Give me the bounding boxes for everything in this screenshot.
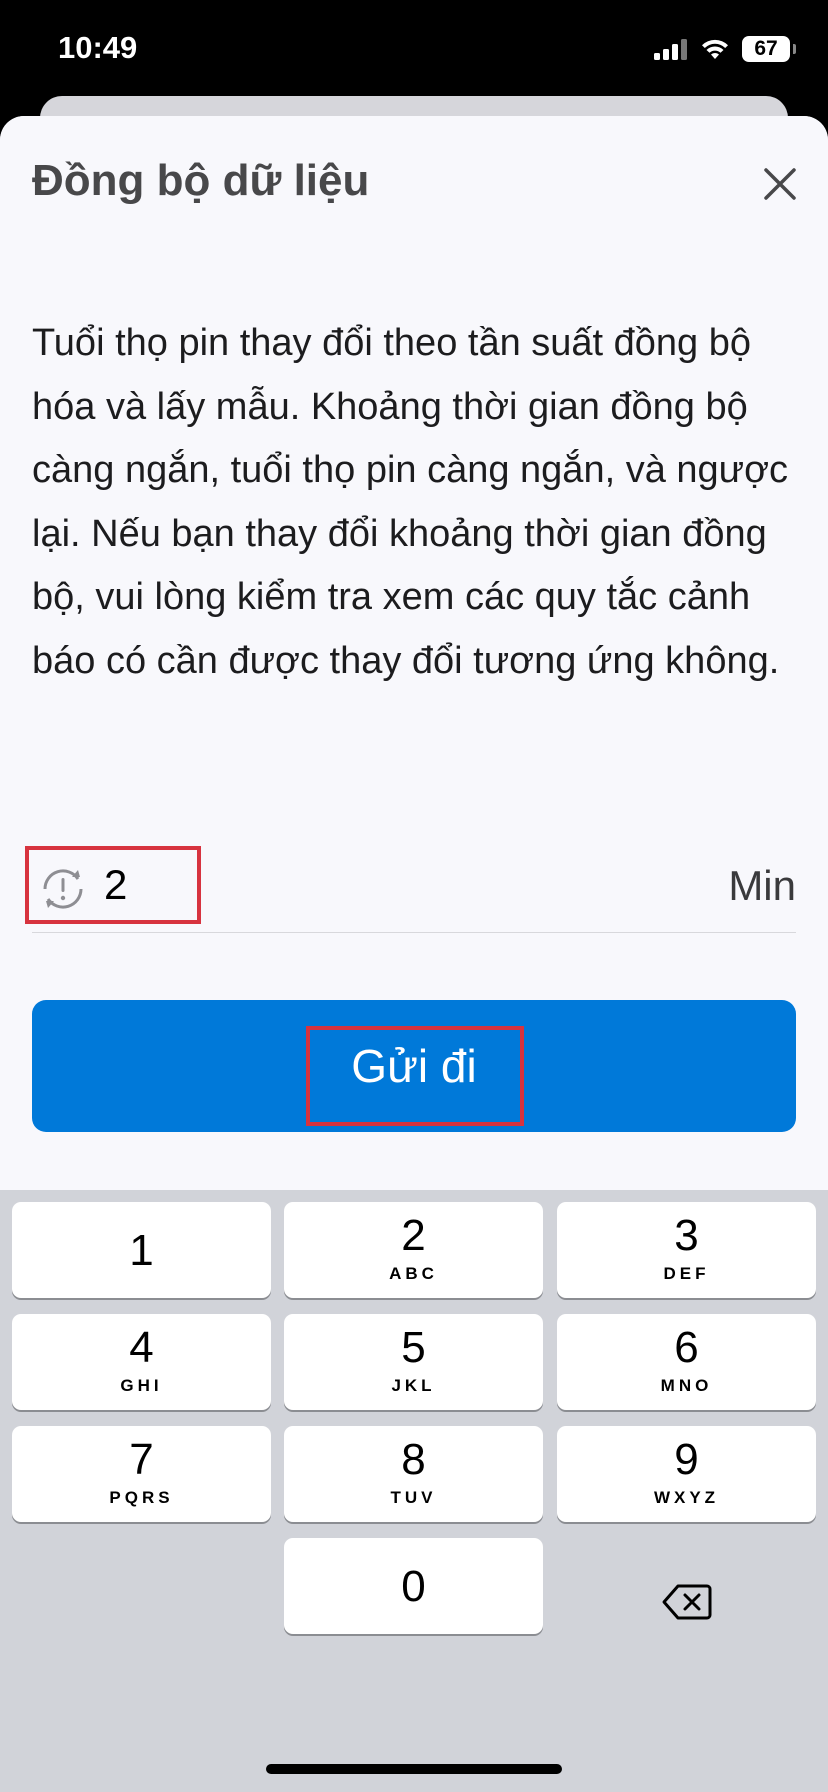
battery-level: 67 [754,37,778,60]
key-digit: 6 [674,1323,699,1372]
sync-interval-row: Min [32,840,796,933]
key-letters: PQRS [109,1488,174,1507]
key-2[interactable]: 2 ABC [284,1202,543,1298]
key-4[interactable]: 4 GHI [12,1314,271,1410]
backspace-key[interactable] [557,1554,816,1650]
status-time: 10:49 [58,30,138,65]
key-digit: 2 [401,1211,426,1260]
key-1[interactable]: 1 [12,1202,271,1298]
close-icon [764,168,796,200]
key-letters: DEF [663,1264,710,1283]
sync-description: Tuổi thọ pin thay đổi theo tần suất đồng… [32,322,789,682]
key-7[interactable]: 7 PQRS [12,1426,271,1522]
key-digit: 1 [129,1226,154,1275]
sync-alert-icon [43,869,83,909]
key-digit: 0 [401,1562,426,1611]
key-digit: 8 [401,1435,426,1484]
key-digit: 3 [674,1211,699,1260]
submit-button[interactable]: Gửi đi [32,1000,796,1132]
key-digit: 5 [401,1323,426,1372]
battery-icon: 67 [742,36,796,62]
interval-unit: Min [728,862,796,909]
wifi-icon [702,39,728,59]
key-5[interactable]: 5 JKL [284,1314,543,1410]
key-letters: WXYZ [653,1488,720,1507]
close-button[interactable] [756,160,804,208]
numeric-keypad: 1 2 ABC 3 DEF 4 GHI 5 JKL 6 MNO 7 PQRS 8… [0,1190,828,1792]
key-letters: ABC [389,1264,438,1283]
home-indicator [266,1764,562,1774]
interval-input[interactable] [104,850,404,920]
key-6[interactable]: 6 MNO [557,1314,816,1410]
key-digit: 4 [129,1323,154,1372]
key-letters: TUV [390,1488,437,1507]
submit-button-label: Gửi đi [351,1040,477,1092]
key-0[interactable]: 0 [284,1538,543,1634]
key-letters: MNO [660,1376,713,1395]
key-8[interactable]: 8 TUV [284,1426,543,1522]
key-letters: JKL [391,1376,436,1395]
key-9[interactable]: 9 WXYZ [557,1426,816,1522]
status-indicators: 67 [654,36,796,62]
key-letters: GHI [120,1376,163,1395]
signal-icon [654,39,687,60]
key-digit: 9 [674,1435,699,1484]
sheet-content: Đồng bộ dữ liệu Tuổi thọ pin thay đổi th… [0,116,828,1190]
status-bar: 10:49 67 [0,0,828,100]
backspace-icon [662,1584,711,1620]
sheet-title: Đồng bộ dữ liệu [32,156,370,205]
key-digit: 7 [129,1435,154,1484]
key-3[interactable]: 3 DEF [557,1202,816,1298]
